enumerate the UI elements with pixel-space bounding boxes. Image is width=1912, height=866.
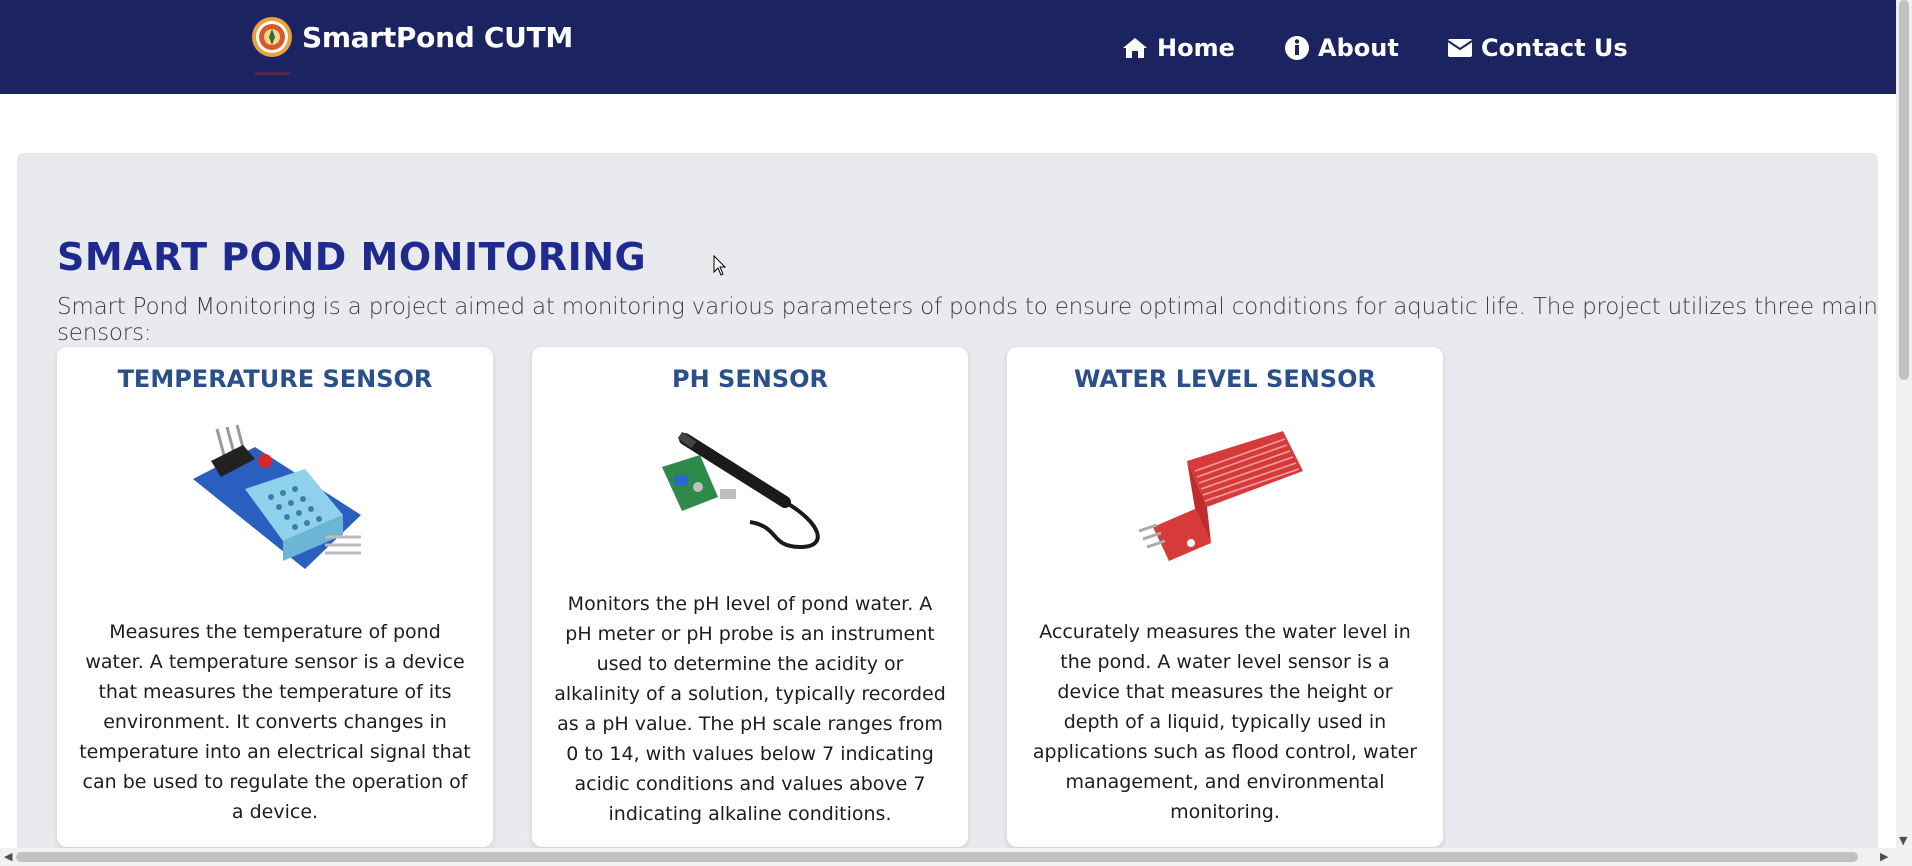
card-title: TEMPERATURE SENSOR — [117, 365, 433, 393]
nav-contact-label: Contact Us — [1481, 34, 1628, 62]
envelope-icon — [1447, 39, 1473, 57]
scroll-left-arrow-icon[interactable]: ◀ — [4, 850, 12, 863]
vertical-scrollbar-thumb[interactable] — [1899, 0, 1909, 380]
temperature-sensor-image — [57, 419, 493, 579]
navbar: SmartPond CUTM Home About Contact Us — [0, 0, 1896, 94]
scroll-down-arrow-icon[interactable]: ▼ — [1899, 834, 1907, 847]
page-title: SMART POND MONITORING — [57, 235, 647, 279]
sensor-card-temperature: TEMPERATURE SENSOR Measures the temperat… — [57, 347, 493, 847]
sensor-card-ph: PH SENSOR Monitors the pH level of pond … — [532, 347, 968, 847]
info-icon — [1285, 36, 1309, 60]
intro-text: Smart Pond Monitoring is a project aimed… — [57, 294, 1878, 346]
scroll-right-arrow-icon[interactable]: ▶ — [1880, 850, 1888, 863]
brand-name: SmartPond CUTM — [302, 20, 573, 54]
cutm-logo-icon — [252, 17, 292, 57]
card-title: WATER LEVEL SENSOR — [1074, 365, 1376, 393]
water-level-sensor-image — [1007, 431, 1443, 571]
card-description: Accurately measures the water level in t… — [1032, 621, 1418, 823]
nav-about[interactable]: About — [1284, 28, 1399, 68]
nav-contact[interactable]: Contact Us — [1447, 28, 1628, 68]
home-icon — [1123, 38, 1147, 58]
ph-sensor-image — [532, 427, 968, 557]
card-description: Monitors the pH level of pond water. A p… — [554, 593, 946, 825]
nav-about-label: About — [1318, 34, 1399, 62]
mouse-cursor-icon — [713, 255, 727, 276]
brand-underline — [255, 72, 291, 75]
card-description: Measures the temperature of pond water. … — [79, 621, 471, 823]
horizontal-scrollbar-thumb[interactable] — [16, 852, 1858, 862]
brand-link[interactable]: SmartPond CUTM — [251, 12, 573, 62]
nav-home[interactable]: Home — [1121, 28, 1235, 68]
sensor-card-water-level: WATER LEVEL SENSOR Accurately measures t… — [1007, 347, 1443, 847]
card-title: PH SENSOR — [672, 365, 828, 393]
nav-home-label: Home — [1157, 34, 1235, 62]
